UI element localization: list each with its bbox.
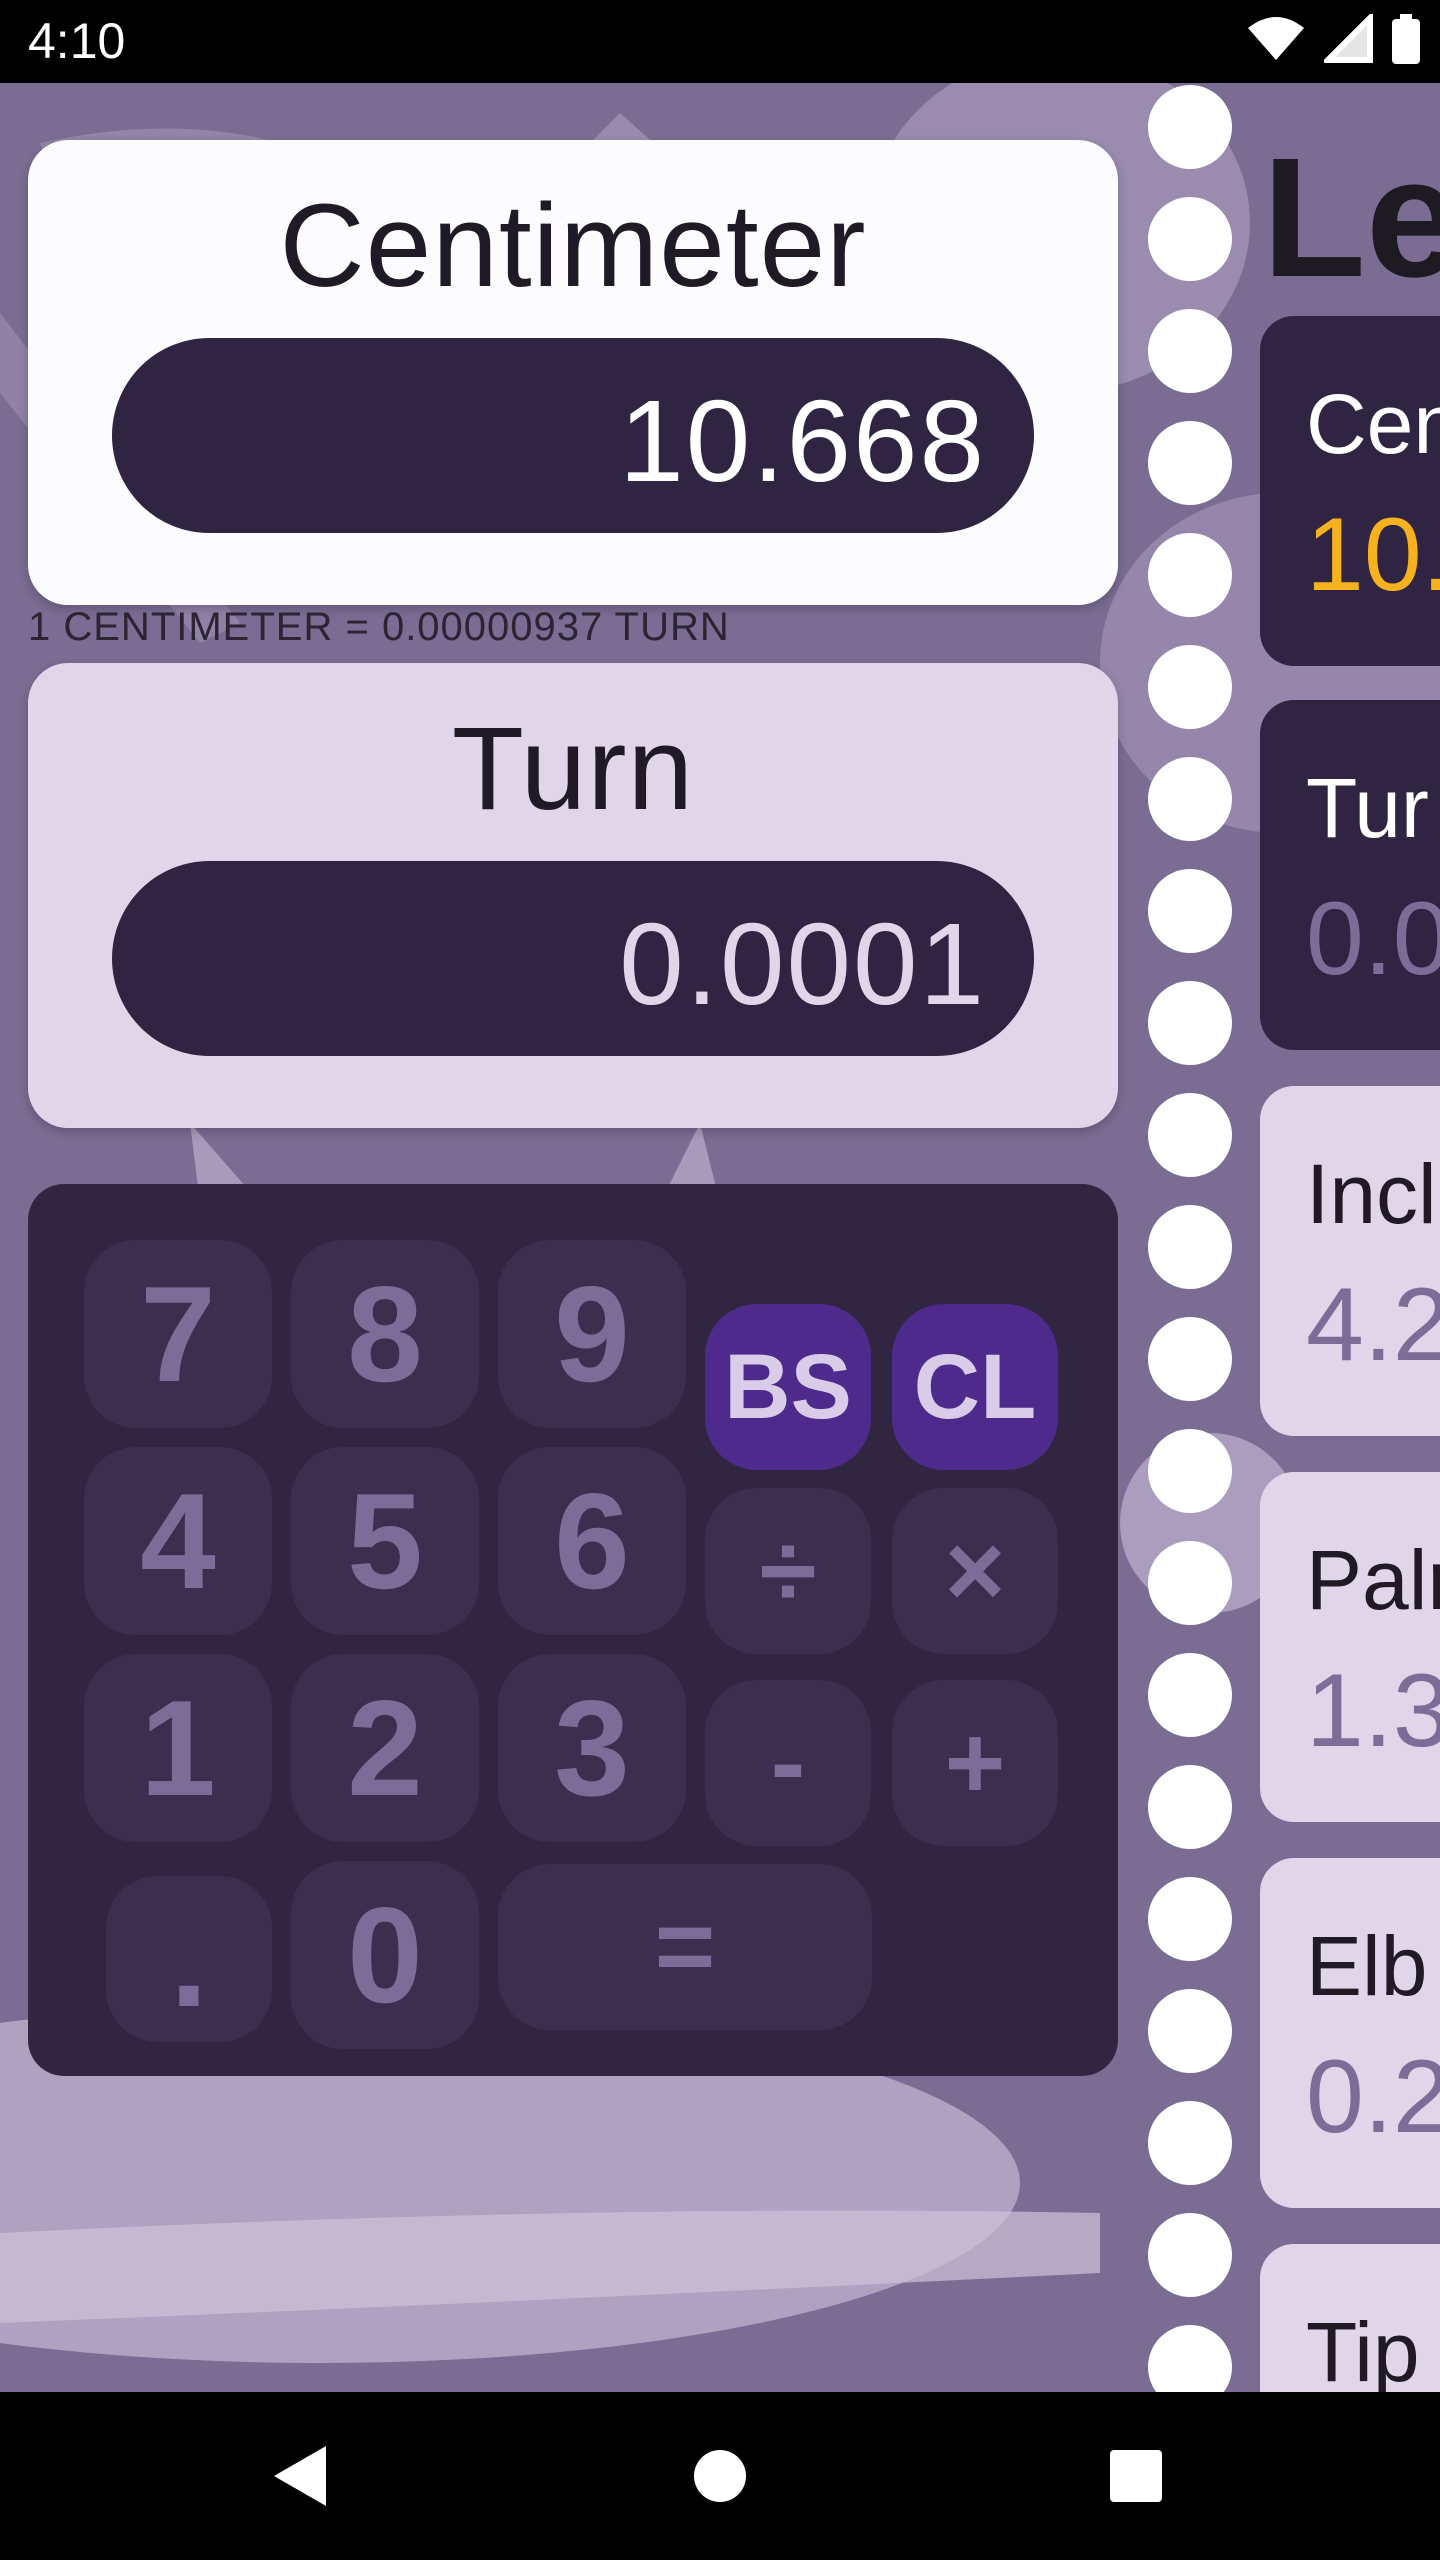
key-6[interactable]: 6 bbox=[498, 1447, 686, 1635]
binder-dot bbox=[1148, 2101, 1232, 2185]
key-5[interactable]: 5 bbox=[291, 1447, 479, 1635]
binder-dot bbox=[1148, 981, 1232, 1065]
from-unit-name[interactable]: Centimeter bbox=[28, 178, 1118, 314]
binder-dot bbox=[1148, 1205, 1232, 1289]
back-icon[interactable] bbox=[270, 2444, 330, 2508]
wifi-icon bbox=[1248, 17, 1304, 60]
unit-list-label: Elb bbox=[1306, 1919, 1428, 2013]
to-value-field[interactable]: 0.0001 bbox=[112, 861, 1034, 1056]
binder-dot bbox=[1148, 85, 1232, 169]
status-time: 4:10 bbox=[28, 13, 126, 69]
status-icons bbox=[1246, 14, 1420, 64]
key-4[interactable]: 4 bbox=[84, 1447, 272, 1635]
binder-dot bbox=[1148, 869, 1232, 953]
unit-list-value: 0.0 bbox=[1306, 881, 1440, 997]
keypad: 7 8 9 BS CL 4 5 6 ÷ × 1 2 3 - + . 0 = bbox=[28, 1184, 1118, 2076]
to-unit-name[interactable]: Turn bbox=[28, 701, 1118, 837]
binder-dot bbox=[1148, 533, 1232, 617]
unit-list-value: 0.2 bbox=[1306, 2039, 1440, 2155]
conversion-ratio-text: 1 CENTIMETER = 0.00000937 TURN bbox=[28, 605, 730, 649]
unit-list-label: Tip bbox=[1306, 2305, 1420, 2392]
unit-list-item[interactable]: Tip bbox=[1260, 2244, 1440, 2392]
binder-dot bbox=[1148, 197, 1232, 281]
category-title: Le bbox=[1262, 123, 1440, 313]
binder-dot bbox=[1148, 309, 1232, 393]
binder-dot bbox=[1148, 1765, 1232, 1849]
plus-button[interactable]: + bbox=[892, 1680, 1058, 1846]
key-decimal[interactable]: . bbox=[106, 1876, 272, 2042]
binder-dots bbox=[1148, 83, 1232, 2409]
divide-button[interactable]: ÷ bbox=[705, 1488, 871, 1654]
binder-dot bbox=[1148, 1541, 1232, 1625]
backspace-button[interactable]: BS bbox=[705, 1304, 871, 1470]
equals-button[interactable]: = bbox=[498, 1864, 872, 2030]
unit-list-label: Tur bbox=[1306, 761, 1429, 855]
cellular-signal-icon bbox=[1324, 14, 1373, 63]
from-unit-card[interactable]: Centimeter 10.668 bbox=[28, 140, 1118, 605]
key-7[interactable]: 7 bbox=[84, 1240, 272, 1428]
key-8[interactable]: 8 bbox=[291, 1240, 479, 1428]
status-bar: 4:10 bbox=[0, 0, 1440, 83]
unit-list-label: Cen bbox=[1306, 377, 1440, 471]
unit-list-item[interactable]: Tur 0.0 bbox=[1260, 700, 1440, 1050]
to-value-text: 0.0001 bbox=[619, 899, 986, 1029]
key-2[interactable]: 2 bbox=[291, 1654, 479, 1842]
from-value-text: 10.668 bbox=[619, 376, 986, 506]
recents-icon[interactable] bbox=[1108, 2448, 1164, 2504]
minus-button[interactable]: - bbox=[705, 1680, 871, 1846]
binder-dot bbox=[1148, 1317, 1232, 1401]
binder-dot bbox=[1148, 1429, 1232, 1513]
binder-dot bbox=[1148, 1877, 1232, 1961]
unit-list-item[interactable]: Incl 4.2 bbox=[1260, 1086, 1440, 1436]
binder-dot bbox=[1148, 1093, 1232, 1177]
unit-list-label: Incl bbox=[1306, 1147, 1437, 1241]
to-unit-card[interactable]: Turn 0.0001 bbox=[28, 663, 1118, 1128]
unit-list-item[interactable]: Palr 1.3. bbox=[1260, 1472, 1440, 1822]
binder-dot bbox=[1148, 1989, 1232, 2073]
unit-list-value: 10. bbox=[1306, 497, 1440, 613]
key-3[interactable]: 3 bbox=[498, 1654, 686, 1842]
home-icon[interactable] bbox=[692, 2448, 748, 2504]
key-0[interactable]: 0 bbox=[291, 1861, 479, 2049]
unit-list-item[interactable]: Elb 0.2 bbox=[1260, 1858, 1440, 2208]
binder-dot bbox=[1148, 421, 1232, 505]
battery-icon bbox=[1392, 14, 1420, 64]
unit-list-label: Palr bbox=[1306, 1533, 1440, 1627]
binder-dot bbox=[1148, 2213, 1232, 2297]
clear-button[interactable]: CL bbox=[892, 1304, 1058, 1470]
unit-list-value: 1.3. bbox=[1306, 1653, 1440, 1769]
unit-list-item[interactable]: Cen 10. bbox=[1260, 316, 1440, 666]
binder-dot bbox=[1148, 1653, 1232, 1737]
unit-list-value: 4.2 bbox=[1306, 1267, 1440, 1383]
key-1[interactable]: 1 bbox=[84, 1654, 272, 1842]
from-value-field[interactable]: 10.668 bbox=[112, 338, 1034, 533]
multiply-button[interactable]: × bbox=[892, 1488, 1058, 1654]
navigation-bar bbox=[0, 2392, 1440, 2560]
binder-dot bbox=[1148, 645, 1232, 729]
key-9[interactable]: 9 bbox=[498, 1240, 686, 1428]
binder-dot bbox=[1148, 757, 1232, 841]
